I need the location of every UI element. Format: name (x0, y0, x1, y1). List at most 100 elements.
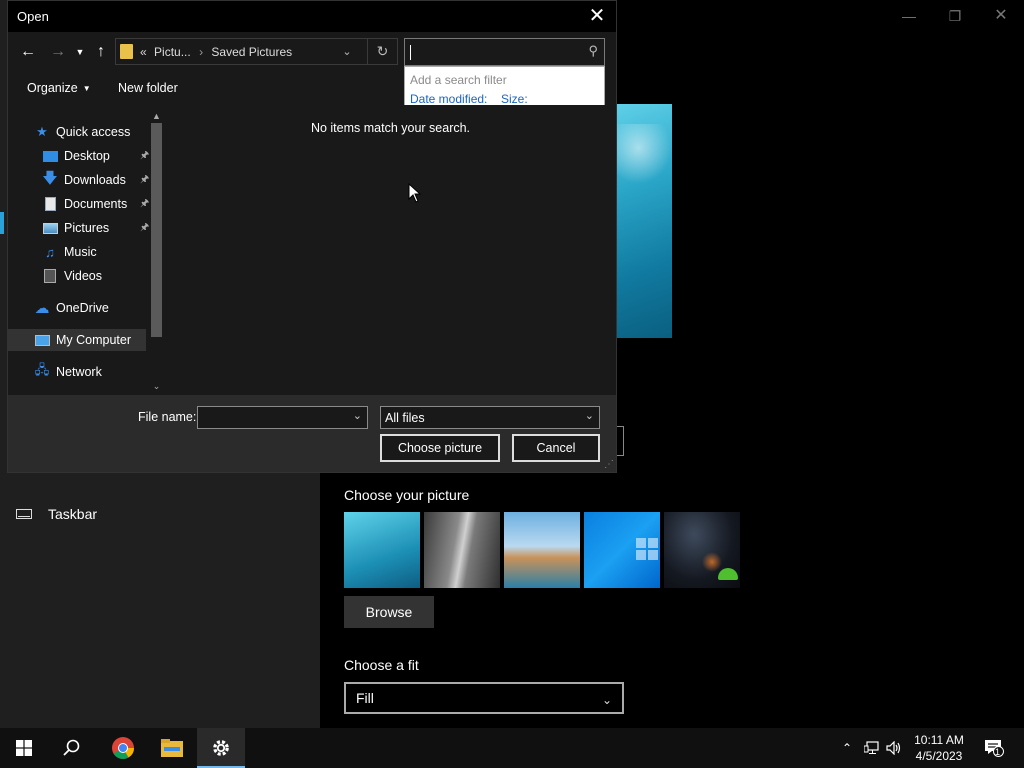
recent-locations-button[interactable]: ▼ (74, 41, 86, 63)
address-dropdown-button[interactable]: ⌄ (338, 42, 356, 62)
browse-button[interactable]: Browse (344, 596, 434, 628)
cloud-icon: ☁ (34, 300, 50, 317)
nav-label: Videos (64, 269, 102, 283)
breadcrumb-parent[interactable]: Pictu... (154, 45, 191, 59)
breadcrumb-overflow[interactable]: « (140, 45, 147, 59)
forward-button[interactable]: → (48, 41, 68, 63)
chrome-taskbar-button[interactable] (99, 728, 147, 768)
settings-taskbar-button[interactable] (197, 728, 245, 768)
file-explorer-icon (161, 739, 183, 757)
nav-item-network[interactable]: 🖧 Network (34, 361, 102, 383)
notification-count-badge: 1 (995, 747, 1001, 757)
navigation-scrollbar[interactable]: ▲ ⌄ (149, 111, 164, 395)
filter-size[interactable]: Size: (501, 92, 528, 106)
search-taskbar-button[interactable] (48, 728, 96, 768)
show-hidden-icons-button[interactable]: ⌃ (838, 728, 856, 768)
dialog-title: Open (17, 9, 49, 24)
dialog-close-button[interactable]: ✕ (584, 3, 610, 29)
start-button[interactable] (0, 728, 48, 768)
scrollbar-thumb[interactable] (151, 123, 162, 337)
star-icon: ★ (36, 124, 48, 139)
nav-item-music[interactable]: ♫ Music (42, 241, 97, 263)
file-name-input[interactable]: ⌄ (197, 406, 368, 429)
hidden-dropdown-edge (616, 426, 624, 456)
nav-selection-indicator (0, 212, 4, 234)
picture-thumbnail-underwater[interactable] (344, 512, 420, 588)
empty-results-message: No items match your search. (310, 121, 471, 135)
nav-item-onedrive[interactable]: ☁ OneDrive (34, 297, 109, 319)
picture-thumbnail-rock[interactable] (424, 512, 500, 588)
picture-thumbnail-beach[interactable] (504, 512, 580, 588)
gear-icon (213, 740, 229, 756)
organize-button[interactable]: Organize ▼ (27, 81, 91, 95)
organize-label: Organize (27, 81, 78, 95)
new-folder-button[interactable]: New folder (118, 81, 178, 95)
pin-icon: 🖈 (140, 221, 150, 233)
choose-fit-heading: Choose a fit (344, 657, 419, 673)
nav-label: My Computer (56, 333, 132, 347)
scroll-down-icon[interactable]: ⌄ (149, 381, 164, 392)
navigation-pane: ★ Quick access Desktop 🖈 🡇 Downloads 🖈 D… (8, 111, 164, 395)
open-file-dialog: Open ✕ ← → ▼ ↑ « Pictu... › Saved Pictur… (7, 0, 617, 473)
settings-nav-item-taskbar[interactable]: Taskbar (16, 504, 97, 524)
windows-logo-icon (636, 538, 658, 560)
refresh-button[interactable]: ↻ (367, 39, 397, 64)
nav-label: Quick access (56, 125, 131, 139)
mouse-cursor-icon (408, 183, 422, 203)
windows-taskbar: ⌃ 10:11 AM 4/5/2023 1 (0, 728, 1024, 768)
clock-date: 4/5/2023 (915, 749, 963, 763)
volume-tray-button[interactable] (884, 728, 904, 768)
search-input[interactable]: ⚲ (404, 38, 605, 66)
nav-item-videos[interactable]: Videos (42, 265, 102, 287)
network-tray-button[interactable] (862, 728, 882, 768)
up-button[interactable]: ↑ (92, 41, 110, 63)
minimize-button[interactable]: — (886, 4, 932, 28)
caret-down-icon: ▼ (82, 84, 91, 94)
search-filter-dropdown: Add a search filter Date modified: Size: (404, 66, 605, 110)
nav-item-pictures[interactable]: Pictures 🖈 (42, 217, 150, 239)
nav-label: Pictures (64, 221, 110, 235)
file-type-value: All files (385, 411, 425, 425)
resize-grip-icon[interactable]: ⋰ (604, 459, 614, 470)
file-type-select[interactable]: All files ⌄ (380, 406, 600, 429)
music-icon: ♫ (45, 244, 55, 260)
nav-item-downloads[interactable]: 🡇 Downloads 🖈 (42, 169, 150, 191)
nav-item-documents[interactable]: Documents 🖈 (42, 193, 150, 215)
picture-thumbnail-night-sky[interactable] (664, 512, 740, 588)
taskbar-clock[interactable]: 10:11 AM 4/5/2023 (904, 732, 974, 764)
taskbar-icon (16, 509, 32, 519)
maximize-button[interactable]: ❐ (932, 4, 978, 28)
nav-quick-access[interactable]: ★ Quick access (34, 121, 130, 143)
nav-item-my-computer[interactable]: My Computer (8, 329, 146, 351)
background-preview-image (616, 104, 672, 338)
nav-item-desktop[interactable]: Desktop 🖈 (42, 145, 150, 167)
chevron-down-icon[interactable]: ⌄ (353, 409, 362, 422)
choose-picture-button[interactable]: Choose picture (380, 434, 500, 462)
pin-icon: 🖈 (140, 149, 150, 161)
close-window-button[interactable]: ✕ (978, 4, 1024, 28)
pictures-icon (42, 220, 58, 236)
breadcrumb: « Pictu... › Saved Pictures (140, 45, 292, 59)
scroll-up-icon[interactable]: ▲ (149, 111, 164, 121)
text-caret (410, 45, 411, 60)
fit-dropdown[interactable]: Fill ⌄ (344, 682, 624, 714)
nav-label: OneDrive (56, 301, 109, 315)
pin-icon: 🖈 (140, 173, 150, 185)
dialog-footer: File name: ⌄ All files ⌄ Choose picture … (8, 395, 616, 472)
breadcrumb-current[interactable]: Saved Pictures (211, 45, 292, 59)
address-bar[interactable]: « Pictu... › Saved Pictures ⌄ ↻ (115, 38, 398, 65)
chevron-up-icon: ⌃ (841, 741, 853, 755)
action-center-button[interactable]: 1 (980, 728, 1008, 768)
breadcrumb-separator-icon: › (199, 45, 204, 59)
search-icon (63, 739, 80, 756)
file-explorer-taskbar-button[interactable] (148, 728, 196, 768)
cancel-button[interactable]: Cancel (512, 434, 600, 462)
picture-thumbnail-windows[interactable] (584, 512, 660, 588)
pin-icon: 🖈 (140, 197, 150, 209)
search-icon: ⚲ (588, 43, 598, 58)
file-list-area[interactable]: No items match your search. (165, 105, 616, 395)
back-button[interactable]: ← (18, 41, 38, 63)
filter-date-modified[interactable]: Date modified: (410, 92, 487, 106)
clock-time: 10:11 AM (914, 733, 964, 747)
settings-nav-label: Taskbar (48, 506, 98, 522)
